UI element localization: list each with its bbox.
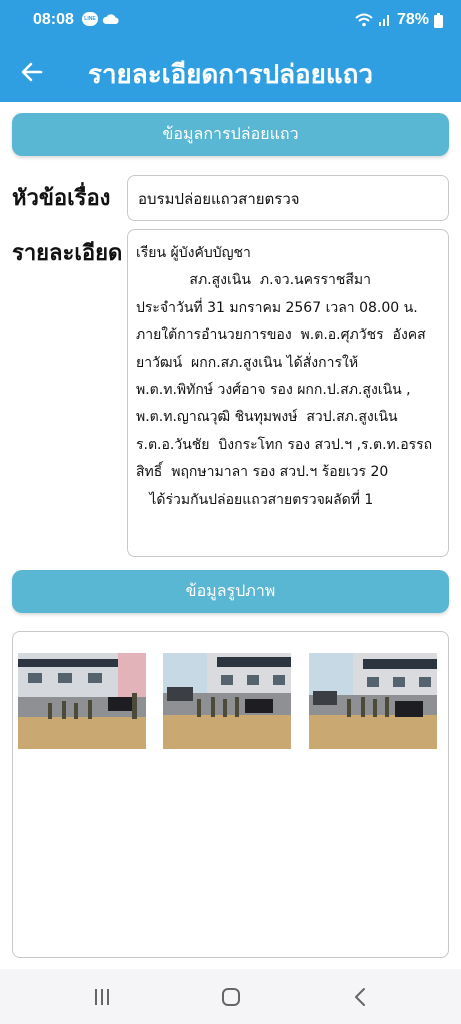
- home-icon: [222, 988, 240, 1006]
- photo-thumbnail-2[interactable]: [163, 653, 291, 749]
- photo-thumbnail-1[interactable]: [18, 653, 146, 749]
- status-time: 08:08: [33, 11, 74, 28]
- home-button[interactable]: [211, 983, 251, 1011]
- battery-icon: [434, 12, 443, 28]
- photo-info-header[interactable]: ข้อมูลรูปภาพ: [12, 570, 449, 613]
- photo-1-image: [18, 653, 146, 749]
- cloud-icon: [102, 14, 119, 24]
- photo-2-image: [163, 653, 291, 749]
- detail-value: เรียน ผู้บังคับบัญชา สภ.สูงเนิน ภ.จว.นคร…: [136, 245, 433, 508]
- subject-field[interactable]: อบรมปล่อยแถวสายตรวจ: [127, 175, 449, 221]
- wifi-icon: [355, 13, 373, 27]
- status-bar: 08:08 LINE 78%: [0, 0, 461, 42]
- subject-label: หัวข้อเรื่อง: [12, 186, 111, 211]
- recents-icon: [95, 989, 109, 1005]
- status-system-icons: 78%: [355, 11, 443, 29]
- status-notification-icons: LINE: [82, 12, 120, 26]
- photo-thumbnail-3[interactable]: [309, 653, 437, 749]
- system-nav-bar: [0, 969, 461, 1024]
- photo-3-image: [309, 653, 437, 749]
- line-icon: LINE: [82, 12, 98, 26]
- photos-panel: [12, 631, 449, 958]
- app-bar: รายละเอียดการปล่อยแถว: [0, 42, 461, 102]
- arrow-back-icon: [21, 62, 43, 82]
- detail-field[interactable]: เรียน ผู้บังคับบัญชา สภ.สูงเนิน ภ.จว.นคร…: [127, 229, 449, 557]
- back-button[interactable]: [16, 56, 48, 88]
- page-title: รายละเอียดการปล่อยแถว: [87, 60, 373, 90]
- subject-value: อบรมปล่อยแถวสายตรวจ: [138, 190, 300, 208]
- release-info-header[interactable]: ข้อมูลการปล่อยแถว: [12, 113, 449, 156]
- signal-icon: [378, 15, 389, 26]
- recents-button[interactable]: [82, 983, 122, 1011]
- back-icon: [355, 988, 365, 1006]
- battery-percent: 78%: [396, 11, 429, 28]
- system-back-button[interactable]: [340, 983, 380, 1011]
- detail-label: รายละเอียด: [12, 241, 123, 266]
